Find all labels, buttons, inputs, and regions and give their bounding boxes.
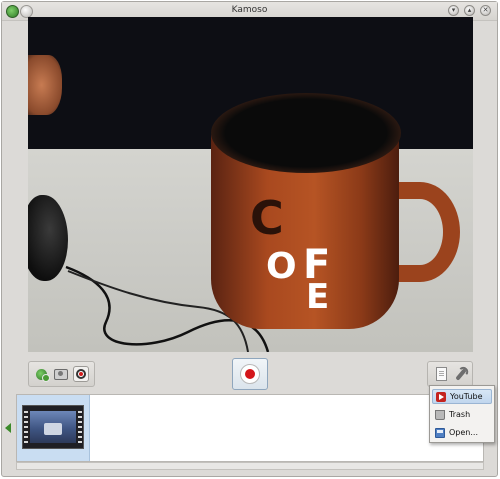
video-thumbnail [22,405,84,449]
menu-item-label: Open... [449,428,478,437]
record-icon [76,369,86,379]
burst-mode-button[interactable] [53,366,69,382]
record-icon [240,364,260,384]
youtube-icon [436,391,446,402]
share-button[interactable] [433,366,449,382]
close-button[interactable]: ✕ [480,5,491,16]
menu-item-label: Trash [449,410,471,419]
settings-button[interactable] [453,366,469,382]
wrench-icon [455,367,467,381]
film-strip-icon [24,408,28,446]
burst-icon [54,368,68,380]
open-icon [435,427,445,438]
photo-mode-button[interactable] [33,366,50,382]
menu-item-trash[interactable]: Trash [432,407,492,422]
mode-selector [28,361,95,387]
document-icon [435,367,447,381]
record-button[interactable] [232,358,268,390]
preview-mug-rim [211,93,401,173]
minimize-button[interactable]: ▾ [448,5,459,16]
gallery-item-selected[interactable] [17,395,90,461]
camera-photo-icon [35,368,50,382]
thumbnail-preview [30,411,76,443]
trash-icon [435,409,445,420]
menu-item-youtube[interactable]: YouTube [432,389,492,404]
share-menu: YouTube Trash Open... [429,385,495,443]
film-strip-icon [78,408,82,446]
window-title: Kamoso [231,5,268,15]
video-mode-button[interactable] [73,366,89,382]
menu-item-open[interactable]: Open... [432,425,492,440]
mug-letter: C [250,191,284,245]
actions-toolbar [427,361,473,387]
mug-letter: O [266,246,297,287]
gallery-scrollbar[interactable] [16,462,484,470]
menu-item-label: YouTube [450,392,483,401]
media-gallery [16,394,484,462]
gallery-scroll-left-icon[interactable] [5,423,11,433]
maximize-button[interactable]: ▴ [464,5,475,16]
mug-letter: E [306,277,330,317]
webcam-preview: C O F E [28,17,473,352]
